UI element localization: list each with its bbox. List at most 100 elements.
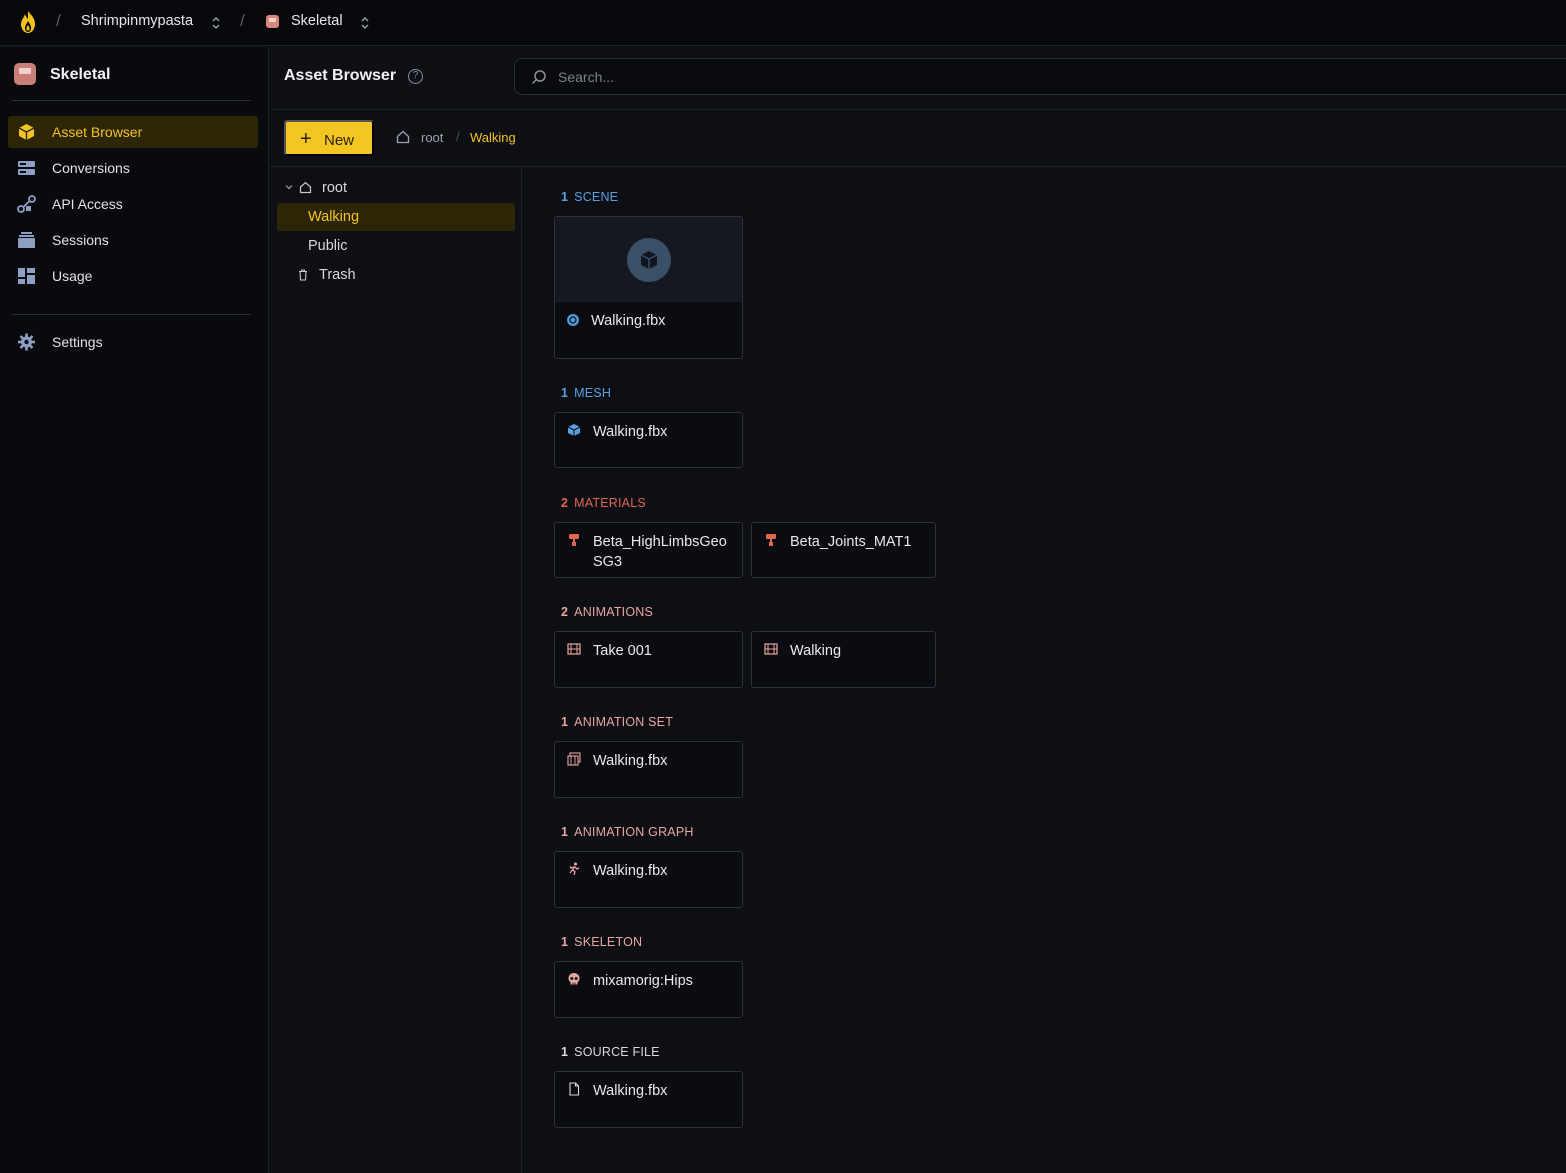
sidebar-item-api-access[interactable]: API Access (8, 188, 258, 220)
org-switcher-label[interactable]: Shrimpinmypasta (81, 13, 193, 29)
section-header-animation-set: 1 ANIMATION SET (561, 715, 673, 729)
breadcrumb-separator: / (56, 11, 61, 30)
sidebar-item-label: Usage (52, 268, 93, 284)
tree-item-root[interactable]: root (277, 174, 515, 202)
section-title: SKELETON (574, 935, 643, 949)
section-count: 1 (561, 386, 569, 400)
scene-preview-circle (627, 238, 671, 282)
asset-card-label: Walking.fbx (593, 753, 668, 769)
project-icon (266, 15, 279, 28)
home-icon[interactable] (396, 130, 410, 144)
paint-roller-icon (766, 534, 776, 546)
asset-card-animation-graph[interactable]: Walking.fbx (554, 851, 743, 908)
sidebar-item-usage[interactable]: Usage (8, 260, 258, 292)
plus-icon: + (300, 128, 312, 150)
sidebar-item-conversions[interactable]: Conversions (8, 152, 258, 184)
breadcrumb-root[interactable]: root (421, 130, 443, 145)
running-person-icon (569, 862, 580, 876)
section-title: ANIMATIONS (574, 605, 654, 619)
film-icon (567, 643, 581, 655)
cube-icon (18, 124, 35, 140)
section-count: 1 (561, 715, 569, 729)
asset-card-material[interactable]: Beta_HighLimbsGeoSG3 (554, 522, 743, 578)
page-header: Asset Browser ? (270, 47, 1566, 110)
asset-card-label: Take 001 (593, 643, 652, 659)
film-icon (764, 643, 778, 655)
asset-card-label: Walking (790, 643, 842, 659)
asset-card-animation[interactable]: Walking (751, 631, 936, 688)
breadcrumb-separator: / (456, 129, 460, 144)
asset-card-skeleton[interactable]: mixamorig:Hips (554, 961, 743, 1018)
asset-grid: 1 SCENE Walking.fbx 1 MESH Walking.fbx 2 MA (522, 167, 1566, 1173)
section-count: 1 (561, 1045, 569, 1059)
section-header-source-file: 1 SOURCE FILE (561, 1045, 660, 1059)
asset-card-animation[interactable]: Take 001 (554, 631, 743, 688)
asset-card-label: mixamorig:Hips (593, 973, 693, 989)
search-input[interactable] (558, 68, 1458, 86)
asset-card-scene[interactable]: Walking.fbx (554, 216, 743, 359)
section-count: 2 (561, 496, 569, 510)
breadcrumb-separator: / (240, 11, 245, 30)
section-title: ANIMATION GRAPH (574, 825, 694, 839)
document-icon (569, 1082, 580, 1096)
scene-globe-icon (567, 314, 579, 326)
section-title: MESH (574, 386, 612, 400)
section-count: 1 (561, 190, 569, 204)
new-button[interactable]: + New (284, 120, 374, 156)
asset-card-animation-set[interactable]: Walking.fbx (554, 741, 743, 798)
sidebar-item-settings[interactable]: Settings (8, 326, 258, 358)
section-header-scene: 1 SCENE (561, 190, 618, 204)
chevron-updown-icon[interactable] (211, 15, 221, 31)
section-title: ANIMATION SET (574, 715, 674, 729)
asset-card-label: Walking.fbx (591, 313, 666, 329)
tree-item-trash[interactable]: Trash (277, 261, 515, 289)
divider (12, 100, 251, 101)
section-header-animation-graph: 1 ANIMATION GRAPH (561, 825, 694, 839)
sidebar-item-label: Conversions (52, 160, 130, 176)
sidebar-item-asset-browser[interactable]: Asset Browser (8, 116, 258, 148)
folder-tree: root Walking Public Trash (270, 167, 522, 1173)
section-header-animations: 2 ANIMATIONS (561, 605, 653, 619)
flame-logo-icon[interactable] (15, 9, 41, 35)
tree-item-walking[interactable]: Walking (277, 203, 515, 231)
breadcrumb-current: Walking (470, 130, 516, 145)
project-switcher-label[interactable]: Skeletal (291, 13, 343, 29)
top-bar: / Shrimpinmypasta / Skeletal (0, 0, 1566, 46)
server-stack-icon (18, 161, 35, 175)
sidebar-item-label: Settings (52, 334, 103, 350)
section-header-mesh: 1 MESH (561, 386, 611, 400)
asset-card-mesh[interactable]: Walking.fbx (554, 412, 743, 468)
tree-item-label: Public (308, 238, 348, 254)
new-button-label: New (324, 132, 355, 149)
layers-icon (18, 232, 35, 248)
tree-item-public[interactable]: Public (277, 232, 515, 260)
asset-card-source-file[interactable]: Walking.fbx (554, 1071, 743, 1128)
cube-icon (640, 251, 658, 269)
sidebar: Skeletal Asset Browser Conversions API A… (0, 47, 269, 1173)
sidebar-item-sessions[interactable]: Sessions (8, 224, 258, 256)
help-icon[interactable]: ? (408, 69, 423, 84)
toolbar: + New root / Walking (270, 111, 1566, 167)
sidebar-item-label: API Access (52, 196, 123, 212)
asset-card-label: Beta_HighLimbsGeoSG3 (593, 534, 727, 570)
key-link-icon (17, 195, 36, 213)
section-title: SOURCE FILE (574, 1045, 660, 1059)
section-count: 1 (561, 825, 569, 839)
asset-card-material[interactable]: Beta_Joints_MAT1 (751, 522, 936, 578)
section-title: SCENE (574, 190, 619, 204)
section-count: 1 (561, 935, 569, 949)
project-icon (14, 63, 36, 85)
skull-icon (568, 973, 580, 985)
section-header-skeleton: 1 SKELETON (561, 935, 642, 949)
scene-thumbnail (555, 217, 742, 302)
page-title: Asset Browser (284, 67, 397, 84)
search-box[interactable] (514, 58, 1566, 95)
film-stack-icon (567, 752, 581, 766)
chevron-updown-icon[interactable] (360, 15, 370, 31)
chevron-down-icon[interactable] (285, 183, 293, 191)
search-icon (531, 70, 546, 85)
sidebar-item-label: Asset Browser (52, 124, 143, 140)
sidebar-item-label: Sessions (52, 232, 109, 248)
asset-card-label: Walking.fbx (593, 1083, 668, 1099)
paint-roller-icon (569, 534, 579, 546)
